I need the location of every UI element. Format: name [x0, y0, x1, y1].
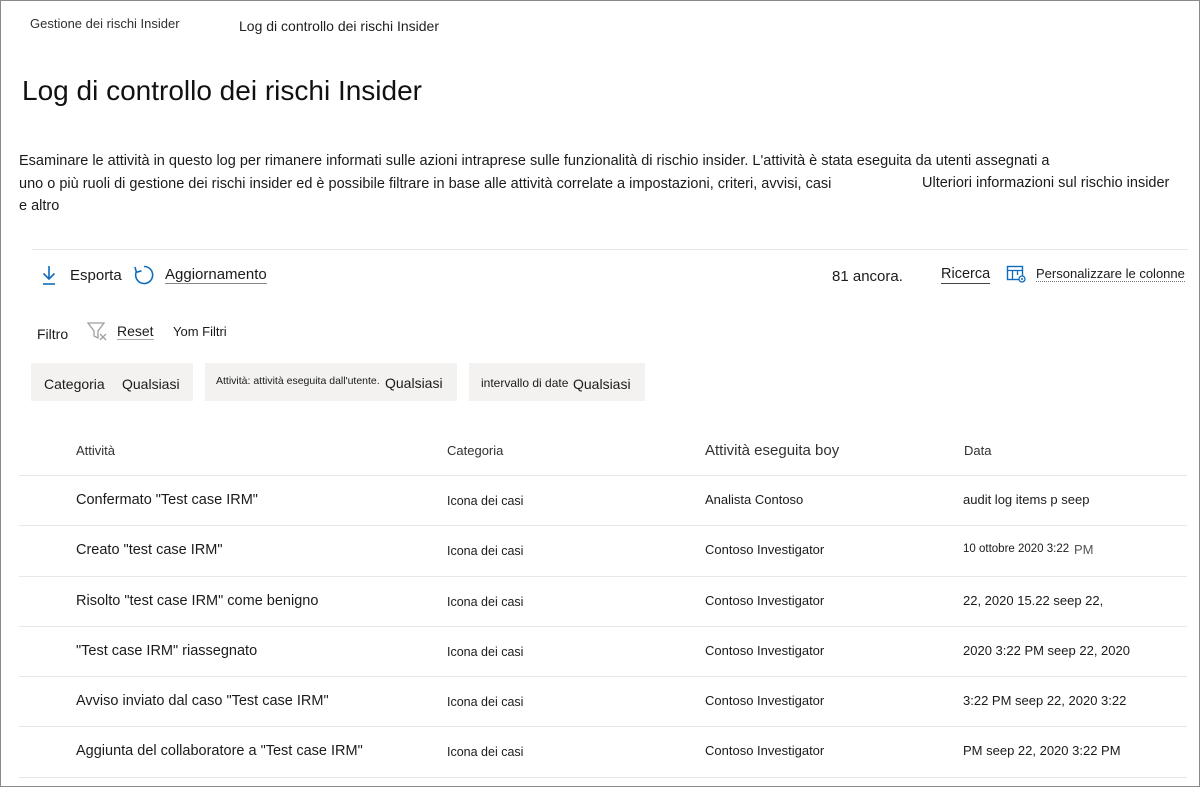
search-button[interactable]: Ricerca	[941, 266, 991, 284]
learn-more-link[interactable]: Ulteriori informazioni sul rischio insid…	[922, 172, 1169, 195]
category-cell: Icona dei casi	[447, 595, 524, 609]
export-button[interactable]: Esporta	[40, 264, 122, 286]
category-cell: Icona dei casi	[447, 544, 524, 558]
columns-settings-icon	[1006, 264, 1027, 284]
table-row[interactable]: Risolto "test case IRM" come benigno Ico…	[19, 576, 1187, 627]
column-header-date[interactable]: Data	[964, 443, 991, 458]
table-row[interactable]: Confermato "Test case IRM" Icona dei cas…	[19, 475, 1187, 526]
export-label: Esporta	[70, 266, 122, 284]
date-cell-suffix: PM	[1074, 542, 1094, 557]
category-cell: Icona dei casi	[447, 695, 524, 709]
table-row[interactable]: "Test case IRM" riassegnato Icona dei ca…	[19, 626, 1187, 677]
category-cell: Icona dei casi	[447, 645, 524, 659]
date-cell: 10 ottobre 2020 3:22	[963, 543, 1070, 555]
date-cell: PM seep 22, 2020 3:22 PM	[963, 743, 1121, 758]
performed-by-cell: Contoso Investigator	[705, 693, 825, 708]
table-bottom-divider	[19, 777, 1187, 778]
breadcrumb-current: Log di controllo dei rischi Insider	[239, 18, 439, 34]
performed-by-cell: Contoso Investigator	[705, 593, 825, 608]
activity-cell: Risolto "test case IRM" come benigno	[76, 593, 319, 609]
chip-value: Qualsiasi	[573, 376, 631, 392]
date-range-filter-chip[interactable]: intervallo di date Qualsiasi	[469, 363, 645, 401]
clear-filter-icon	[86, 321, 108, 341]
chip-value: Qualsiasi	[122, 376, 180, 392]
category-cell: Icona dei casi	[447, 745, 524, 759]
date-cell: audit log items p seep	[963, 492, 1090, 507]
refresh-button[interactable]: Aggiornamento	[133, 264, 267, 286]
activity-cell: Creato "test case IRM"	[76, 542, 223, 558]
chip-name: intervallo di date	[481, 376, 569, 390]
activity-cell: "Test case IRM" riassegnato	[76, 643, 258, 659]
table-row[interactable]: Creato "test case IRM" Icona dei casi Co…	[19, 525, 1187, 576]
category-cell: Icona dei casi	[447, 494, 524, 508]
refresh-label: Aggiornamento	[165, 266, 267, 284]
column-header-performed-by[interactable]: Attività eseguita boy	[705, 442, 839, 459]
performed-by-cell: Contoso Investigator	[705, 643, 825, 658]
divider	[32, 249, 1188, 250]
chip-name: Attività: attività eseguita dall'utente.	[216, 375, 380, 387]
customize-columns-label: Personalizzare le colonne	[1036, 266, 1185, 282]
download-icon	[40, 264, 58, 286]
performed-by-cell: Analista Contoso	[705, 492, 804, 507]
reset-filters-button[interactable]: Reset	[86, 321, 154, 341]
description-line-3: e altro	[19, 198, 60, 214]
description-line-1: Esaminare le attività in questo log per …	[19, 153, 1050, 169]
date-cell: 3:22 PM seep 22, 2020 3:22	[963, 693, 1127, 708]
reset-label: Reset	[117, 322, 154, 340]
activity-cell: Confermato "Test case IRM"	[76, 492, 258, 508]
chip-value: Qualsiasi	[385, 375, 443, 391]
breadcrumb-root-link[interactable]: Gestione dei rischi Insider	[30, 16, 180, 31]
performed-by-cell: Contoso Investigator	[705, 743, 825, 758]
customize-columns-button[interactable]: Personalizzare le colonne	[1006, 264, 1185, 284]
activity-filter-chip[interactable]: Attività: attività eseguita dall'utente.…	[205, 363, 457, 401]
table-row[interactable]: Avviso inviato dal caso "Test case IRM" …	[19, 676, 1187, 727]
activity-cell: Avviso inviato dal caso "Test case IRM"	[76, 693, 329, 709]
column-header-category[interactable]: Categoria	[447, 443, 503, 458]
item-count: 81 ancora.	[832, 268, 903, 285]
column-header-activity[interactable]: Attività	[76, 443, 115, 458]
page-description: Esaminare le attività in questo log per …	[19, 150, 1189, 218]
activity-cell: Aggiunta del collaboratore a "Test case …	[76, 743, 363, 759]
category-filter-chip[interactable]: Categoria Qualsiasi	[31, 363, 193, 401]
performed-by-cell: Contoso Investigator	[705, 542, 825, 557]
chip-name: Categoria	[44, 376, 105, 392]
filter-label: Filtro	[37, 326, 69, 342]
filters-button[interactable]: Yom Filtri	[173, 324, 227, 339]
date-cell: 22, 2020 15.22 seep 22,	[963, 593, 1104, 608]
table-row[interactable]: Aggiunta del collaboratore a "Test case …	[19, 726, 1187, 777]
page-title: Log di controllo dei rischi Insider	[22, 75, 422, 106]
date-cell: 2020 3:22 PM seep 22, 2020	[963, 643, 1130, 658]
refresh-icon	[133, 264, 155, 286]
